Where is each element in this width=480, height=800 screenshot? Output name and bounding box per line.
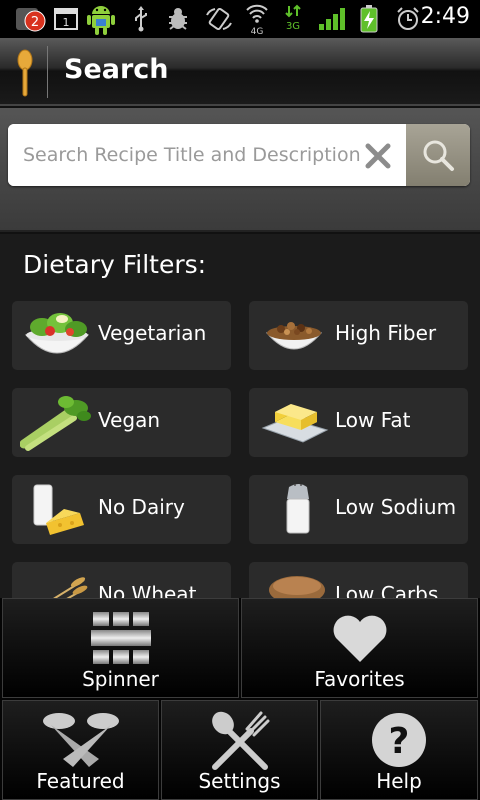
- menu-label: Featured: [36, 769, 125, 793]
- filter-label: High Fiber: [335, 321, 437, 345]
- filter-low-sodium[interactable]: Low Sodium: [249, 475, 468, 544]
- network-4g-label: 4G: [251, 27, 264, 36]
- filter-low-fat[interactable]: Low Fat: [249, 388, 468, 457]
- filter-vegan[interactable]: Vegan: [12, 388, 231, 457]
- alarm-clock-icon: [394, 5, 422, 33]
- menu-featured-button[interactable]: Featured: [2, 700, 159, 800]
- heart-icon: [242, 607, 477, 669]
- filter-label: Vegetarian: [98, 321, 207, 345]
- notification-badge-icon: 2: [14, 5, 48, 33]
- fork-spoon-icon: [162, 709, 317, 771]
- search-area: [0, 108, 480, 232]
- sim-slot-number: 1: [63, 16, 70, 29]
- page-title: Search: [64, 54, 169, 85]
- celery-icon: [19, 392, 94, 452]
- filter-label: No Dairy: [98, 495, 185, 519]
- clear-search-button[interactable]: [358, 136, 398, 176]
- rotation-icon: [204, 5, 234, 33]
- filter-vegetarian[interactable]: Vegetarian: [12, 301, 231, 370]
- menu-label: Settings: [198, 769, 281, 793]
- clock-time: 2:49: [420, 4, 470, 29]
- svg-text:?: ?: [389, 721, 410, 762]
- android-robot-icon: [84, 2, 118, 36]
- menu-settings-button[interactable]: Settings: [161, 700, 318, 800]
- search-icon: [423, 140, 454, 171]
- status-bar: 2 1 4G 3G 2:49: [0, 0, 480, 38]
- filter-label: Low Sodium: [335, 495, 457, 519]
- butter-icon: [257, 392, 331, 452]
- menu-label: Favorites: [314, 667, 405, 691]
- notification-count: 2: [31, 15, 39, 30]
- network-3g-label: 3G: [286, 21, 300, 32]
- debug-bug-icon: [166, 5, 190, 33]
- options-menu: Spinner Favorites Featured Settings ? He…: [0, 598, 480, 800]
- menu-label: Help: [376, 769, 422, 793]
- search-box: [8, 124, 470, 186]
- dietary-filters-panel: Dietary Filters: Vegetarian High Fiber V…: [0, 234, 480, 634]
- spotlight-icon: [3, 709, 158, 771]
- filter-high-fiber[interactable]: High Fiber: [249, 301, 468, 370]
- spinner-grid-icon: [3, 607, 238, 669]
- sim-slot-icon: 1: [54, 5, 78, 33]
- battery-charging-icon: [358, 5, 380, 33]
- signal-strength-icon: [318, 5, 346, 33]
- search-input[interactable]: [8, 124, 406, 186]
- menu-spinner-button[interactable]: Spinner: [2, 598, 239, 698]
- spoon-icon[interactable]: [14, 48, 36, 98]
- close-icon: [365, 143, 391, 169]
- salt-shaker-icon: [257, 479, 331, 539]
- network-3g-icon: 3G: [282, 2, 304, 36]
- menu-favorites-button[interactable]: Favorites: [241, 598, 478, 698]
- filter-label: Vegan: [98, 408, 161, 432]
- help-icon: ?: [321, 709, 477, 771]
- search-button[interactable]: [406, 124, 470, 186]
- filter-label: Low Fat: [335, 408, 411, 432]
- title-bar: Search: [0, 38, 480, 106]
- filter-no-dairy[interactable]: No Dairy: [12, 475, 231, 544]
- usb-icon: [130, 5, 152, 33]
- menu-label: Spinner: [82, 667, 159, 691]
- salad-icon: [20, 305, 94, 365]
- cereal-bowl-icon: [257, 305, 331, 365]
- menu-help-button[interactable]: ? Help: [320, 700, 478, 800]
- filters-heading: Dietary Filters:: [23, 250, 207, 279]
- milk-cheese-icon: [20, 479, 94, 539]
- title-separator: [47, 46, 48, 98]
- wifi-4g-icon: 4G: [244, 2, 270, 36]
